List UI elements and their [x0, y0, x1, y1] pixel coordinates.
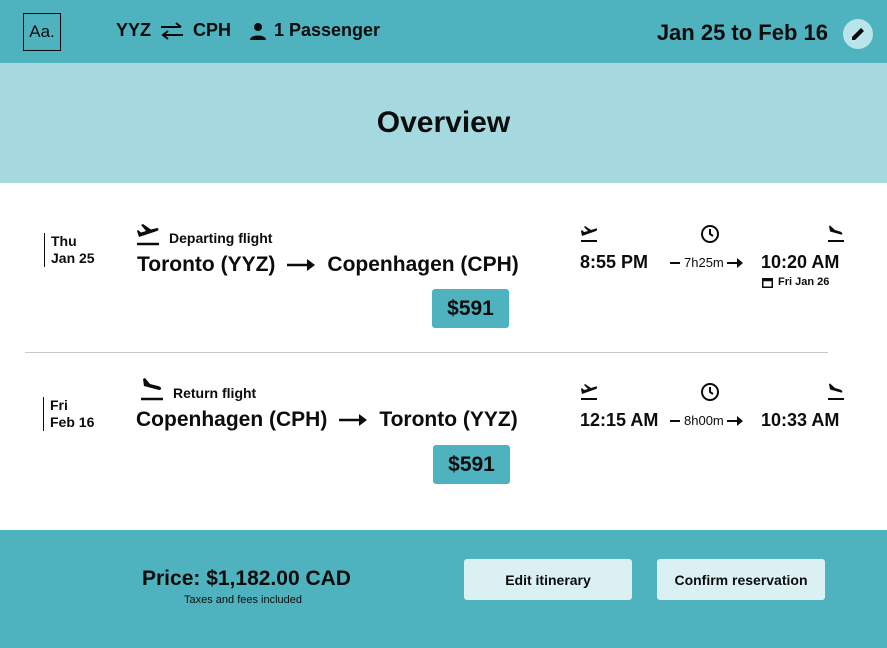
- flight-route: Copenhagen (CPH) Toronto (YYZ): [136, 408, 518, 432]
- flight-date: Thu Jan 25: [44, 233, 95, 267]
- right-arrow-icon: [726, 257, 743, 268]
- flight-type-label: Return flight: [173, 385, 257, 401]
- flight-times: 8:55 PM 7h25m 10:20 AM Fri Jan 26: [578, 222, 848, 302]
- date-range: Jan 25 to Feb 16: [656, 20, 828, 45]
- flight-type-label: Departing flight: [169, 230, 273, 246]
- landing-icon: [828, 383, 844, 400]
- takeoff-icon: [581, 226, 598, 242]
- confirm-reservation-button[interactable]: Confirm reservation: [657, 559, 825, 600]
- passenger-label: 1 Passenger: [274, 20, 381, 40]
- total-price: Price: $1,182.00 CAD: [142, 567, 351, 590]
- passenger-count: 1 Passenger: [248, 20, 380, 41]
- clock-icon: [701, 383, 719, 401]
- taxes-note: Taxes and fees included: [184, 594, 303, 606]
- flight-day: Jan 25: [51, 250, 95, 266]
- route-from: Copenhagen (CPH): [136, 408, 328, 431]
- page-title: Overview: [376, 106, 511, 139]
- footer-bar: Price: $1,182.00 CAD Taxes and fees incl…: [0, 530, 887, 648]
- duration-label: 7h25m: [684, 255, 724, 270]
- duration-label: 8h00m: [684, 413, 724, 428]
- arrival-time: 10:20 AM: [761, 252, 840, 272]
- flight-times: 12:15 AM 8h00m 10:33 AM: [578, 380, 848, 460]
- flight-type: Return flight: [140, 377, 256, 401]
- flight-weekday: Fri: [50, 397, 68, 413]
- flight-duration: 8h00m: [670, 413, 743, 428]
- departure-time: 12:15 AM: [580, 410, 659, 430]
- duration-dash: [670, 419, 680, 422]
- flight-day: Feb 16: [50, 414, 95, 430]
- edit-itinerary-button[interactable]: Edit itinerary: [464, 559, 632, 600]
- flight-duration: 7h25m: [670, 255, 743, 270]
- right-arrow-icon: [287, 259, 316, 271]
- flight-type: Departing flight: [136, 222, 272, 246]
- flight-card-return: Fri Feb 16 Return flight Copenhagen (CPH…: [0, 370, 887, 520]
- route-from: Toronto (YYZ): [137, 253, 276, 276]
- right-arrow-icon: [339, 414, 368, 426]
- duration-dash: [670, 261, 680, 264]
- swap-arrows-icon: [161, 21, 184, 40]
- calendar-icon: [762, 277, 773, 288]
- takeoff-icon: [137, 224, 159, 246]
- arrival-date-note: Fri Jan 26: [762, 276, 829, 288]
- flight-price: $591: [432, 289, 509, 328]
- person-icon: [250, 22, 266, 40]
- flight-date: Fri Feb 16: [43, 397, 94, 431]
- landing-icon: [828, 225, 844, 242]
- edit-search-button[interactable]: [843, 19, 873, 49]
- route-to: Toronto (YYZ): [379, 408, 518, 431]
- arrival-date-label: Fri Jan 26: [778, 276, 830, 288]
- flight-route: Toronto (YYZ) Copenhagen (CPH): [137, 253, 519, 277]
- landing-icon: [141, 378, 163, 401]
- logo[interactable]: Aa.: [23, 13, 61, 51]
- clock-icon: [701, 225, 719, 243]
- overview-band: Overview: [0, 63, 887, 183]
- flight-divider: [25, 352, 828, 353]
- destination-code: CPH: [193, 20, 232, 40]
- flight-card-departing: Thu Jan 25 Departing flight Toronto (YYZ…: [0, 210, 887, 360]
- right-arrow-icon: [726, 415, 743, 426]
- flight-weekday: Thu: [51, 233, 77, 249]
- departure-time: 8:55 PM: [580, 252, 649, 272]
- pencil-icon: [852, 28, 864, 40]
- route-to: Copenhagen (CPH): [327, 253, 519, 276]
- top-bar: Aa. YYZ CPH 1 Passenger Jan 25 to Feb 16: [0, 0, 887, 63]
- origin-code: YYZ: [116, 20, 152, 40]
- takeoff-icon: [581, 384, 598, 400]
- flight-price: $591: [433, 445, 510, 484]
- arrival-time: 10:33 AM: [761, 410, 840, 430]
- route-summary: YYZ CPH: [116, 20, 231, 41]
